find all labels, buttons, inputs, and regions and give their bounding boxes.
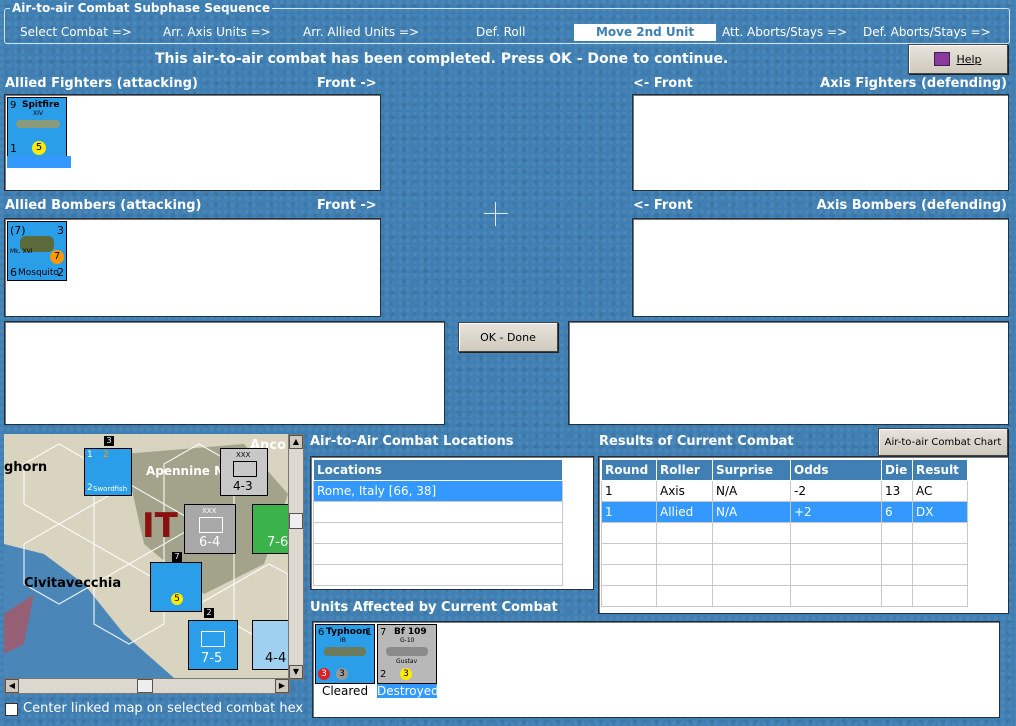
typhoon-counter[interactable]: 6 Typhoon 1 IB 3 3 bbox=[315, 624, 375, 684]
results-row bbox=[601, 543, 968, 565]
location-row[interactable]: Rome, Italy [66, 38] bbox=[313, 480, 563, 502]
infantry-icon bbox=[201, 631, 225, 647]
help-label: Help bbox=[956, 52, 982, 66]
allied-bombers-box[interactable]: (7) 3 Mk. XVI 7 6 Mosquito 2 bbox=[4, 218, 381, 317]
locations-list[interactable]: Locations Rome, Italy [66, 38] bbox=[310, 456, 594, 590]
location-row bbox=[313, 522, 563, 544]
step-move-2nd-active: Move 2nd Unit bbox=[574, 24, 716, 41]
axis-combat-text bbox=[568, 321, 1009, 425]
map-stack-count: 7 bbox=[172, 552, 182, 562]
step-select-combat: Select Combat => bbox=[20, 25, 132, 39]
map-stack-count: 2 bbox=[204, 608, 214, 618]
mosquito-counter[interactable]: (7) 3 Mk. XVI 7 6 Mosquito 2 bbox=[7, 221, 67, 281]
status-message: This air-to-air combat has been complete… bbox=[155, 51, 729, 67]
locations-header: Locations bbox=[313, 459, 563, 481]
allied-combat-text bbox=[4, 321, 445, 425]
scroll-h-thumb[interactable] bbox=[137, 679, 153, 693]
center-map-checkbox[interactable] bbox=[5, 703, 18, 716]
ok-done-button[interactable]: OK - Done bbox=[458, 322, 558, 352]
allied-bombers-front: Front -> bbox=[317, 198, 377, 213]
map-unit-swordfish[interactable]: 1 2 2 Swordfish bbox=[84, 448, 132, 496]
results-box: Round Roller Surprise Odds Die Result 1A… bbox=[598, 456, 1009, 614]
map-unit-4-3[interactable]: XXX 4-3 bbox=[220, 448, 268, 496]
map-unit-7-6[interactable]: 7-6 bbox=[252, 504, 288, 554]
step-def-aborts: Def. Aborts/Stays => bbox=[863, 25, 991, 39]
infantry-icon bbox=[233, 461, 257, 477]
allied-bombers-header: Allied Bombers (attacking) bbox=[5, 198, 202, 213]
linked-map[interactable]: ghorn Apennine M Civitavecchia IT Anco 1… bbox=[4, 434, 288, 678]
aircraft-icon bbox=[16, 120, 60, 128]
location-row bbox=[313, 501, 563, 523]
results-row[interactable]: 1 Axis N/A -2 13 AC bbox=[601, 480, 968, 502]
location-row bbox=[313, 543, 563, 565]
typhoon-status: Cleared bbox=[321, 684, 369, 698]
crosshair-icon bbox=[484, 202, 508, 226]
step-arr-axis: Arr. Axis Units => bbox=[163, 25, 271, 39]
combat-chart-button[interactable]: Air-to-air Combat Chart bbox=[878, 428, 1008, 456]
step-def-roll: Def. Roll bbox=[476, 25, 526, 39]
help-button[interactable]: Help bbox=[908, 44, 1008, 74]
bf109-status: Destroyed bbox=[377, 684, 439, 698]
units-affected-box[interactable]: 6 Typhoon 1 IB 3 3 Cleared 7 Bf 109 G-10… bbox=[312, 621, 1000, 718]
bf109-counter[interactable]: 7 Bf 109 G-10 Gustav 2 3 bbox=[377, 624, 437, 684]
results-row bbox=[601, 585, 968, 607]
scroll-right-icon[interactable]: ▶ bbox=[275, 679, 289, 693]
axis-bombers-header: Axis Bombers (defending) bbox=[816, 198, 1007, 213]
allied-fighters-front: Front -> bbox=[317, 76, 377, 91]
axis-bombers-front: <- Front bbox=[633, 198, 693, 213]
results-row bbox=[601, 564, 968, 586]
results-table: Round Roller Surprise Odds Die Result 1A… bbox=[601, 459, 968, 607]
axis-bombers-box[interactable] bbox=[632, 218, 1009, 317]
locations-title: Air-to-Air Combat Locations bbox=[310, 434, 514, 449]
location-row bbox=[313, 564, 563, 586]
aircraft-icon bbox=[324, 647, 366, 656]
step-att-aborts: Att. Aborts/Stays => bbox=[722, 25, 848, 39]
results-row[interactable]: 1 Allied N/A +2 6 DX bbox=[601, 501, 968, 523]
map-label-italy: IT bbox=[142, 506, 178, 546]
aircraft-icon bbox=[386, 647, 428, 656]
map-unit-spitfire[interactable]: 5 bbox=[150, 562, 202, 612]
allied-fighters-header: Allied Fighters (attacking) bbox=[5, 76, 198, 91]
help-book-icon bbox=[934, 52, 951, 66]
axis-fighters-front: <- Front bbox=[633, 76, 693, 91]
axis-fighters-box[interactable] bbox=[632, 94, 1009, 191]
map-unit-7-5[interactable]: 7-5 bbox=[188, 620, 238, 670]
map-label-livorno: ghorn bbox=[4, 460, 48, 475]
axis-fighters-header: Axis Fighters (defending) bbox=[820, 76, 1007, 91]
allied-fighters-box[interactable]: 9 Spitfire XIV 1 5 bbox=[4, 94, 381, 191]
scroll-up-icon[interactable]: ▲ bbox=[289, 435, 303, 449]
map-stack-count: 3 bbox=[104, 436, 114, 446]
center-map-label: Center linked map on selected combat hex bbox=[23, 701, 304, 716]
results-row bbox=[601, 522, 968, 544]
map-label-civitavecchia: Civitavecchia bbox=[24, 576, 122, 591]
results-title: Results of Current Combat bbox=[599, 434, 794, 449]
spitfire-counter[interactable]: 9 Spitfire XIV 1 5 bbox=[7, 97, 67, 157]
locations-table: Locations Rome, Italy [66, 38] bbox=[313, 459, 563, 586]
map-unit-4-4[interactable]: 4-4 bbox=[252, 620, 288, 670]
scroll-down-icon[interactable]: ▼ bbox=[289, 665, 303, 679]
scroll-v-thumb[interactable] bbox=[289, 513, 303, 529]
map-label-apennine: Apennine M bbox=[146, 464, 227, 478]
scroll-left-icon[interactable]: ◀ bbox=[5, 679, 19, 693]
spitfire-selection-bar bbox=[7, 156, 71, 168]
step-arr-allied: Arr. Allied Units => bbox=[303, 25, 420, 39]
map-vertical-scrollbar[interactable]: ▲ ▼ bbox=[288, 434, 304, 680]
map-horizontal-scrollbar[interactable]: ◀ ▶ bbox=[4, 678, 290, 694]
units-affected-title: Units Affected by Current Combat bbox=[310, 600, 558, 615]
infantry-icon bbox=[199, 517, 223, 533]
sequence-title: Air-to-air Combat Subphase Sequence bbox=[10, 1, 273, 15]
map-unit-6-4[interactable]: XXX 6-4 bbox=[184, 504, 236, 554]
